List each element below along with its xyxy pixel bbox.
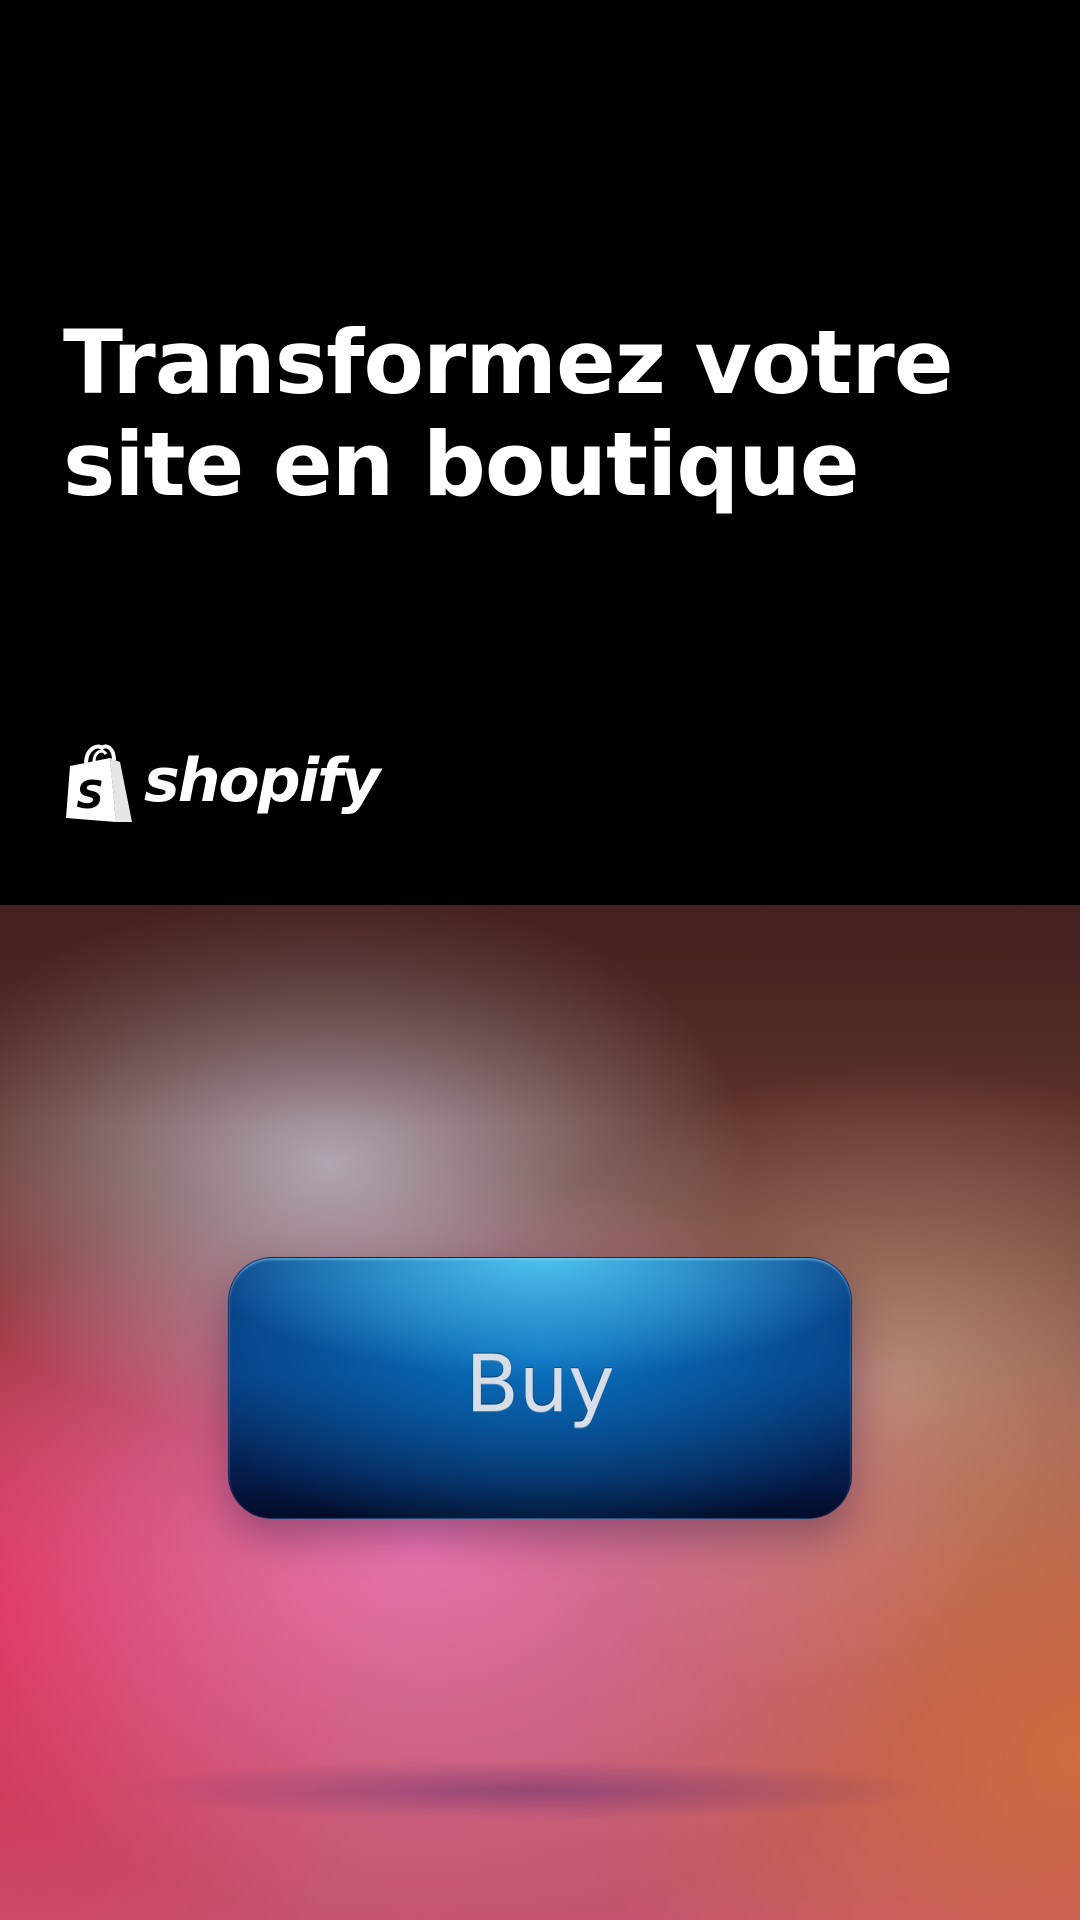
brand-wordmark: shopify bbox=[144, 746, 380, 816]
headline-line-2: site en boutique bbox=[63, 413, 860, 516]
buy-button[interactable]: Buy bbox=[228, 1257, 852, 1519]
brand-logo[interactable]: S shopify bbox=[64, 742, 380, 826]
top-panel: Transformez votre site en boutique S sho… bbox=[0, 0, 1080, 905]
headline-line-1: Transformez votre bbox=[63, 311, 954, 414]
shopping-bag-icon: S bbox=[66, 744, 132, 822]
headline: Transformez votre site en boutique bbox=[63, 312, 1043, 516]
hero-panel: Buy bbox=[0, 905, 1080, 1920]
buy-button-label: Buy bbox=[465, 1340, 615, 1430]
button-floor-shadow bbox=[120, 1760, 940, 1820]
ad-page: Transformez votre site en boutique S sho… bbox=[0, 0, 1080, 1920]
bag-letter: S bbox=[76, 773, 103, 817]
